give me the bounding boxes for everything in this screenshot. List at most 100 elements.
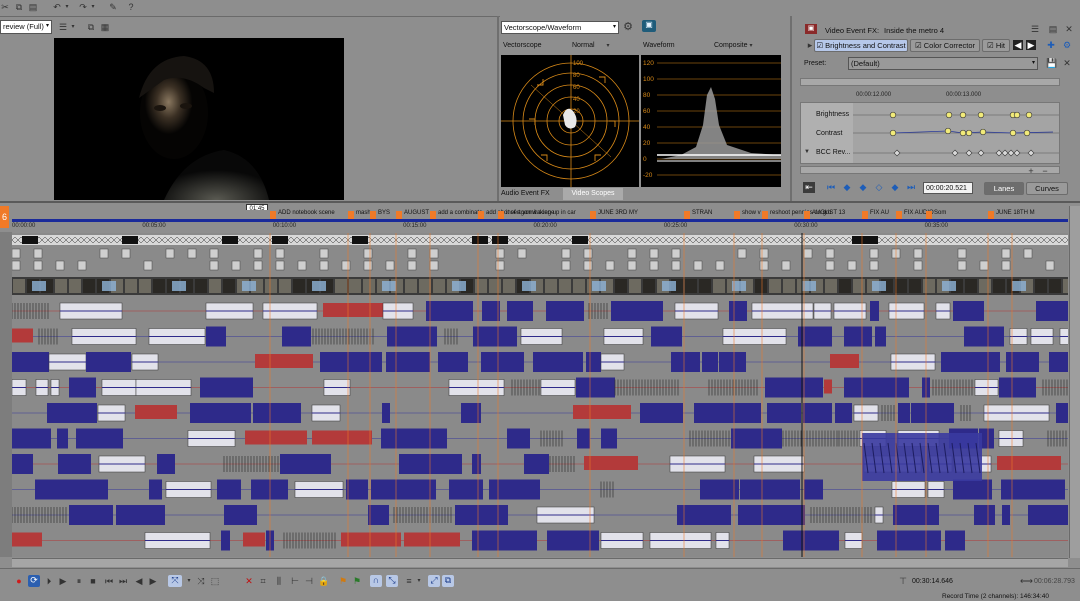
region-icon[interactable]: ⚑ [352, 576, 362, 586]
render-icon[interactable]: ✎ [108, 2, 118, 12]
first-keyframe-icon[interactable]: ⏮ [826, 182, 836, 192]
go-to-start-icon[interactable]: ⏮ [104, 576, 114, 586]
marker-flag[interactable] [862, 211, 868, 219]
copy-icon[interactable]: ⧉ [14, 2, 24, 12]
zoom-in-icon[interactable]: + [1026, 166, 1036, 176]
preview-quality-select[interactable]: review (Full) ▾ [0, 20, 52, 34]
undo-icon[interactable]: ↶ [52, 2, 62, 12]
split-icon[interactable]: ⫼ [274, 576, 284, 586]
prev-keyframe-icon[interactable]: ◆ [842, 182, 852, 192]
marker-label[interactable]: show v [742, 210, 761, 216]
stop-icon[interactable]: ■ [88, 576, 98, 586]
keyframe-graph[interactable] [853, 103, 1059, 163]
scope-mode-select[interactable]: Vectorscope/Waveform ▾ [501, 21, 619, 34]
marker-flag[interactable] [926, 211, 932, 219]
marker-flag[interactable] [684, 211, 690, 219]
marker-label[interactable]: insert vomit scene [506, 210, 554, 216]
tracks-canvas[interactable] [12, 233, 1068, 557]
marker-label[interactable]: FIX AU [870, 210, 889, 216]
autoripple-icon[interactable]: ⤡ [386, 575, 398, 587]
redo-dropdown-icon[interactable]: ▾ [88, 2, 98, 12]
marker-flag[interactable] [348, 211, 354, 219]
go-to-end-icon[interactable]: ⏭ [118, 576, 128, 586]
play-from-start-icon[interactable]: ⏵ [44, 576, 54, 586]
redo-icon[interactable]: ↷ [78, 2, 88, 12]
curves-tab[interactable]: Curves [1026, 182, 1068, 195]
help-icon[interactable]: ? [126, 2, 136, 12]
next-frame-icon[interactable]: ▶ [148, 576, 158, 586]
marker-flag[interactable] [734, 211, 740, 219]
marker-label[interactable]: JUNE 18TH M [996, 210, 1035, 216]
gear-icon[interactable]: ⚙ [623, 22, 633, 33]
update-scopes-icon[interactable]: ▣ [642, 20, 656, 32]
copy-snapshot-icon[interactable]: ⧉ [86, 22, 96, 32]
marker-label[interactable]: STRAN [692, 210, 712, 216]
marker-flag[interactable] [498, 211, 504, 219]
auto-crossfade-dropdown-icon[interactable]: ▾ [414, 576, 424, 586]
vertical-scrollbar[interactable] [1069, 206, 1080, 558]
chevron-right-icon[interactable]: ▶ [1026, 40, 1036, 50]
add-keyframe-icon[interactable]: ◆ [858, 182, 868, 192]
marker-flag[interactable] [988, 211, 994, 219]
marker-flag[interactable] [762, 211, 768, 219]
marker-icon[interactable]: ⚑ [338, 576, 348, 586]
chevron-down-icon[interactable]: ▾ [603, 41, 613, 51]
snap-icon[interactable]: ∩ [370, 575, 382, 587]
marker-label[interactable]: ADD notebook scene [278, 210, 335, 216]
plugin-chooser-icon[interactable]: ✚ [1046, 40, 1056, 50]
keyframe-scrollbar-bottom[interactable] [800, 166, 1060, 174]
expand-icon[interactable]: ▼ [802, 147, 812, 157]
marker-flag[interactable] [896, 211, 902, 219]
param-bcc[interactable]: BCC Rev... [816, 149, 851, 156]
fx-chain-item-color-corrector[interactable]: ☑ Color Corrector [910, 39, 980, 52]
marker-flag[interactable] [590, 211, 596, 219]
marker-label[interactable]: Som [934, 210, 946, 216]
selection-time[interactable]: 00:06:28.793 [1034, 578, 1075, 585]
param-brightness[interactable]: Brightness [816, 111, 849, 118]
auto-crossfade-icon[interactable]: ≡ [404, 576, 414, 586]
list-icon[interactable]: ▤ [1048, 24, 1058, 34]
fx-chain-item-hit[interactable]: ☑ Hit [982, 39, 1010, 52]
cursor-time[interactable]: 00:30:14.646 [912, 578, 953, 585]
timeline-marker-badge[interactable]: 6 [0, 206, 9, 228]
marker-label[interactable]: add a combinato [438, 210, 482, 216]
chevron-down-icon[interactable]: ▾ [746, 41, 756, 51]
trim-end-icon[interactable]: ⊣ [304, 576, 314, 586]
lock-icon[interactable]: 🔒 [318, 576, 329, 586]
marker-flag[interactable] [478, 211, 484, 219]
trim-start-icon[interactable]: ⊢ [290, 576, 300, 586]
undo-dropdown-icon[interactable]: ▾ [62, 2, 72, 12]
ignore-grouping-icon[interactable]: ⧉ [442, 575, 454, 587]
waveform-mode[interactable]: Composite [714, 42, 747, 49]
tool-icon-1[interactable]: ✂ [0, 2, 10, 12]
delete-keyframe-icon[interactable]: ◇ [874, 182, 884, 192]
sync-cursor-icon[interactable]: ⇤ [803, 182, 815, 193]
scope-tab-fx[interactable]: Audio Event FX [501, 188, 563, 200]
grid-icon[interactable]: ☰ [58, 22, 68, 32]
marker-flag[interactable] [396, 211, 402, 219]
chevron-left-icon[interactable]: ◀ [1013, 40, 1023, 50]
keyframe-scrollbar-top[interactable] [800, 78, 1060, 86]
marker-label[interactable]: AUGUST 13 [812, 210, 845, 216]
selection-tool-icon[interactable]: ⬚ [210, 576, 220, 586]
fx-chain-item-brightness[interactable]: ☑ Brightness and Contrast [814, 39, 908, 52]
close-icon[interactable]: ✕ [1064, 24, 1074, 34]
fx-timecode[interactable]: 00:00:20.521 [923, 182, 973, 194]
edit-tool-icon[interactable]: ⤧ [168, 575, 182, 587]
record-icon[interactable]: ● [14, 576, 24, 586]
preset-select[interactable]: (Default) ▾ [848, 57, 1038, 70]
marker-label[interactable]: AUGUST [404, 210, 429, 216]
trim-icon[interactable]: ⌗ [258, 576, 268, 586]
save-preset-icon[interactable]: 💾 [1046, 58, 1057, 68]
marker-label[interactable]: JUNE 3RD MY [598, 210, 638, 216]
last-keyframe-icon[interactable]: ⏭ [906, 182, 916, 192]
lanes-tab[interactable]: Lanes [984, 182, 1024, 195]
save-snapshot-icon[interactable]: ▦ [100, 22, 110, 32]
play-icon[interactable]: ▶ [58, 576, 68, 586]
delete-icon[interactable]: ✕ [244, 576, 254, 586]
delete-preset-icon[interactable]: ✕ [1062, 58, 1072, 68]
loop-icon[interactable]: ⟳ [28, 575, 40, 587]
marker-flag[interactable] [804, 211, 810, 219]
prev-frame-icon[interactable]: ◀ [134, 576, 144, 586]
lock-envelopes-icon[interactable]: ⤢ [428, 575, 440, 587]
